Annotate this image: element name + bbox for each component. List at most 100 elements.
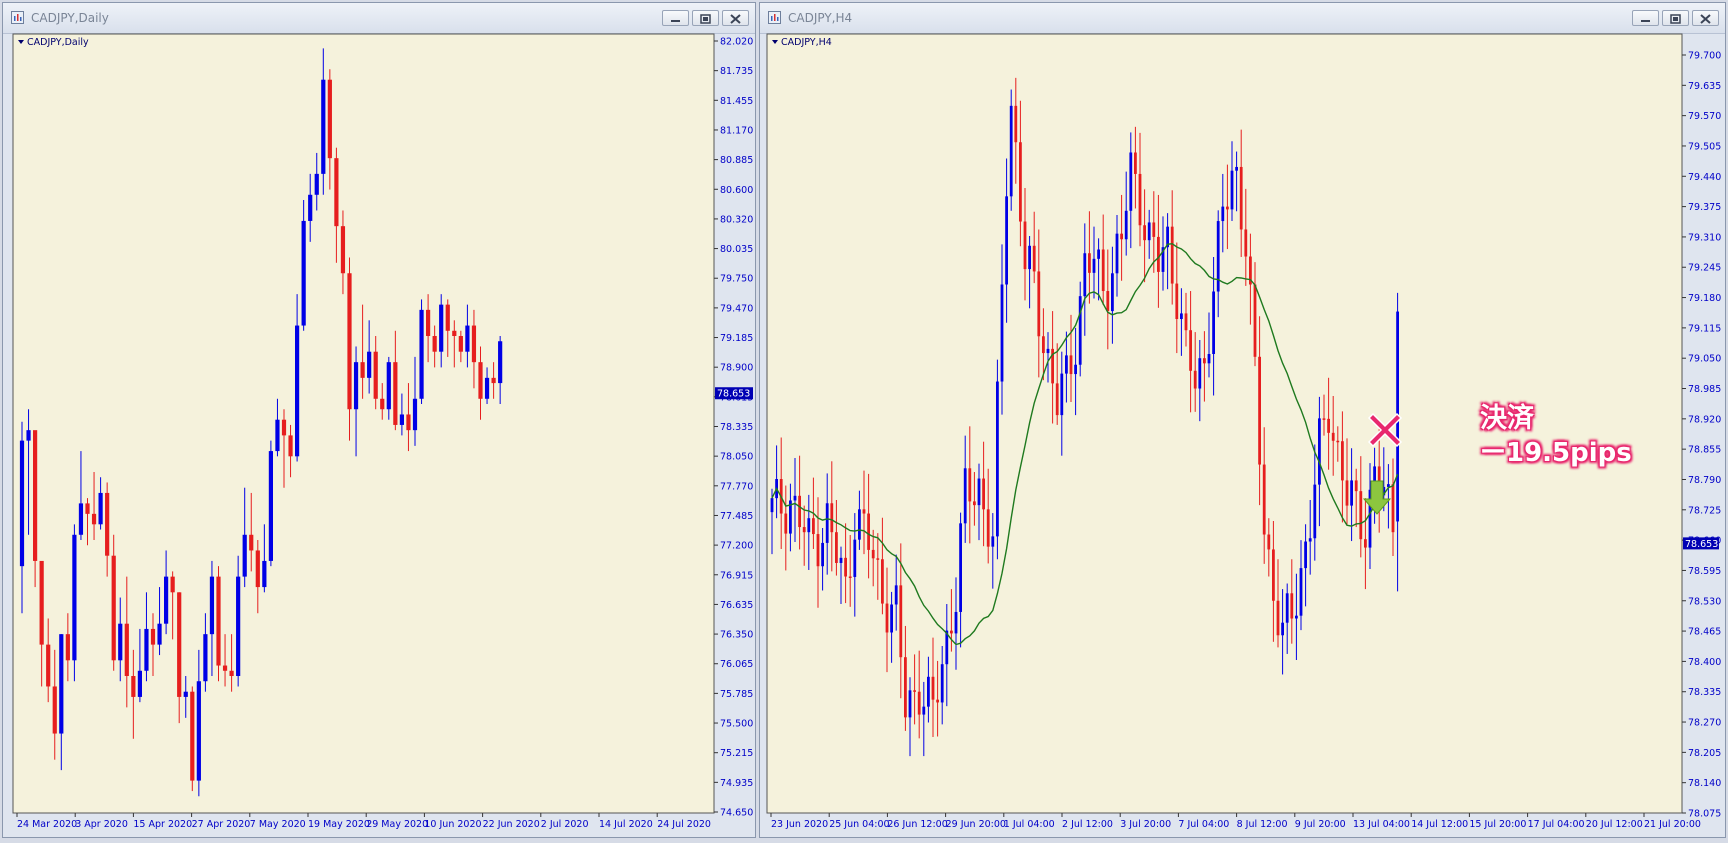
candle-body	[1336, 440, 1340, 443]
y-tick-label: 75.215	[720, 748, 753, 759]
x-tick-label: 19 May 2020	[308, 819, 370, 830]
candle-body	[940, 664, 944, 703]
candle-body	[876, 558, 880, 560]
candle-body	[249, 534, 254, 551]
candle-body	[793, 495, 797, 501]
candle-body	[1322, 418, 1326, 420]
x-tick-label: 10 Jun 2020	[424, 819, 481, 830]
candle-body	[465, 325, 470, 352]
candle-body	[1134, 152, 1137, 174]
y-tick-label: 79.375	[1688, 202, 1721, 213]
x-tick-label: 24 Jul 2020	[657, 819, 711, 830]
y-tick-label: 82.020	[720, 37, 753, 48]
candle-body	[432, 336, 437, 352]
y-tick-label: 78.335	[720, 422, 753, 433]
candle-body	[1088, 253, 1091, 273]
candle-body	[360, 362, 365, 378]
candle-body	[798, 495, 801, 528]
candle-body	[1354, 480, 1358, 492]
candle-body	[118, 623, 123, 661]
y-tick-label: 79.635	[1688, 81, 1721, 92]
x-tick-label: 2 Jul 2020	[541, 819, 589, 830]
candle-body	[1120, 233, 1123, 240]
candle-body	[242, 534, 247, 577]
y-tick-label: 78.400	[1688, 657, 1721, 668]
x-tick-label: 13 Jul 04:00	[1353, 819, 1410, 830]
candle-body	[412, 398, 418, 431]
candle-body	[1065, 355, 1068, 374]
candle-body	[844, 557, 847, 577]
candle-body	[131, 676, 136, 697]
candle-body	[334, 158, 339, 227]
candle-body	[1092, 258, 1096, 273]
candle-body	[236, 576, 241, 677]
candle-body	[1143, 225, 1146, 241]
chart-window-daily[interactable]: CADJPY,Daily 82.020 81.735 81.455 81.170 80.…	[2, 2, 756, 838]
candle-body	[46, 644, 51, 687]
candle-body	[784, 513, 788, 534]
x-tick-label: 9 Jul 20:00	[1295, 819, 1346, 830]
candle-body	[1083, 253, 1087, 297]
candle-body	[1203, 358, 1206, 364]
candle-body	[904, 657, 907, 718]
candle-body	[393, 362, 398, 425]
candle-body	[183, 691, 188, 697]
candle-body	[105, 492, 110, 556]
candle-body	[19, 440, 25, 567]
candle-body	[812, 518, 815, 535]
y-tick-label: 76.635	[720, 600, 753, 611]
y-tick-label: 79.440	[1688, 172, 1721, 183]
candle-body	[1272, 549, 1275, 601]
candle-body	[1221, 206, 1225, 222]
y-tick-label: 78.530	[1688, 596, 1721, 607]
candle-body	[498, 341, 503, 384]
candle-body	[1304, 541, 1307, 569]
x-tick-label: 26 Jun 12:00	[887, 819, 947, 830]
y-tick-label: 78.050	[720, 452, 753, 463]
candle-body	[1175, 283, 1179, 320]
candle-body	[996, 381, 999, 537]
candle-body	[164, 576, 169, 624]
candle-body	[137, 670, 142, 697]
candle-body	[986, 509, 990, 547]
candle-body	[1078, 296, 1082, 365]
candle-body	[1032, 245, 1036, 272]
candle-body	[1147, 222, 1151, 241]
y-tick-label: 77.200	[720, 541, 753, 552]
candle-body	[973, 501, 976, 506]
candle-body	[380, 398, 385, 410]
candle-body	[1014, 105, 1018, 143]
candlestick-chart-h4[interactable]: 79.700 79.635 79.570 79.505 79.440 79.375 79.3…	[760, 3, 1725, 837]
candle-body	[835, 532, 838, 563]
candle-body	[150, 628, 156, 645]
candle-body	[913, 690, 916, 692]
candle-body	[839, 557, 843, 563]
y-tick-label: 75.785	[720, 689, 753, 700]
candle-body	[1152, 222, 1156, 237]
y-tick-label: 78.790	[1688, 475, 1721, 486]
candle-body	[968, 468, 972, 502]
candle-body	[177, 592, 182, 697]
candle-body	[1299, 568, 1303, 616]
candle-body	[91, 513, 97, 525]
candle-body	[301, 220, 306, 326]
candle-body	[1009, 105, 1013, 197]
y-tick-label: 81.735	[720, 66, 753, 77]
candle-body	[1308, 538, 1312, 542]
candle-body	[1124, 210, 1128, 240]
candle-body	[1341, 441, 1344, 481]
y-tick-label: 81.170	[720, 125, 753, 136]
candle-body	[1235, 166, 1238, 171]
chart-window-h4[interactable]: CADJPY,H4 79.700 79.635 79.570 79.505 79.440…	[759, 2, 1726, 838]
candle-body	[917, 691, 921, 715]
plot-area	[12, 33, 715, 814]
y-tick-label: 78.335	[1688, 687, 1721, 698]
y-tick-label: 80.885	[720, 155, 753, 166]
candle-body	[445, 304, 450, 331]
y-tick-label: 78.140	[1688, 778, 1721, 789]
candle-body	[982, 478, 985, 510]
y-tick-label: 78.725	[1688, 505, 1721, 516]
candle-body	[1000, 284, 1004, 382]
candlestick-chart-daily[interactable]: 82.020 81.735 81.455 81.170 80.885 80.600 80.3…	[3, 3, 755, 837]
candle-body	[78, 503, 84, 535]
